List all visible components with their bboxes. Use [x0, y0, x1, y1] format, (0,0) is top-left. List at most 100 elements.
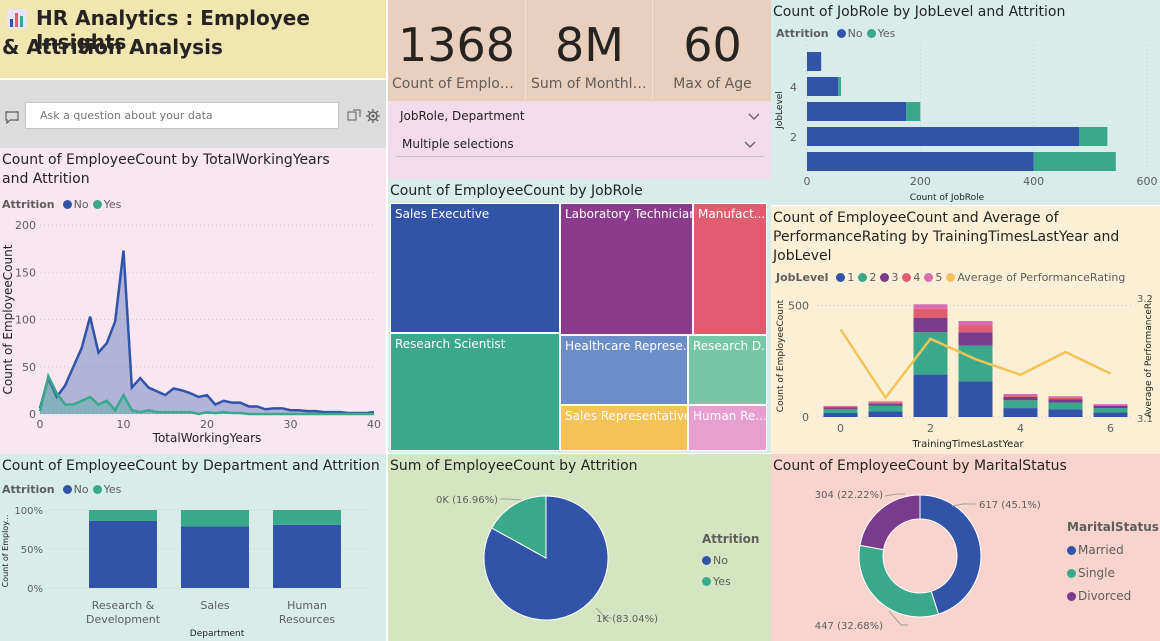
legend-label: Married [1078, 543, 1124, 557]
bar-level-5-no [807, 52, 822, 71]
bar-training-2-level-3 [913, 317, 948, 333]
legend-label: Yes [713, 575, 731, 588]
bar-training-4-level-4 [1003, 395, 1038, 397]
gear-icon[interactable] [366, 109, 380, 123]
x-tick-label: 30 [284, 418, 298, 431]
treemap-tile-laboratory-technician[interactable]: Laboratory Technician [560, 203, 693, 335]
bar-training-2-level-1 [913, 374, 948, 417]
marital-donut-panel: Count of EmployeeCount by MaritalStatus … [771, 454, 1160, 641]
share-icon[interactable] [347, 109, 361, 123]
bar-dept-0-yes [89, 510, 157, 521]
attrition-pie-chart: 1K (83.04%) 0K (16.96%) [436, 495, 658, 625]
bar-training-5-level-1 [1048, 409, 1083, 417]
bar-training-1-level-3 [868, 403, 903, 406]
bar-chart-icon [7, 9, 27, 29]
kpi-label: Max of Age [673, 76, 752, 92]
x-axis-label: Department [190, 629, 245, 639]
marital-donut-chart: 617 (45.1%) 447 (32.68%) 304 (22.22%) [815, 490, 1041, 632]
legend-item-single: Single [1067, 562, 1159, 585]
slicer-selected-value: Multiple selections [402, 137, 514, 151]
legend-swatch [1067, 592, 1076, 601]
x-axis-label: Count of JobRole [910, 193, 985, 203]
treemap-tile-human-resources[interactable]: Human Re... [688, 405, 767, 451]
qa-input[interactable] [25, 102, 339, 129]
legend-title: Attrition [702, 532, 760, 546]
legend-swatch [1067, 546, 1076, 555]
data-label: 447 (32.68%) [815, 621, 883, 632]
treemap-tile-manufacturing[interactable]: Manufact... [693, 203, 767, 335]
x-tick-label: 6 [1107, 422, 1114, 435]
treemap-panel: Count of EmployeeCount by JobRole Sales … [388, 179, 771, 453]
chevron-down-icon[interactable] [748, 113, 760, 121]
x-axis-label: TrainingTimesLastYear [911, 439, 1024, 450]
treemap-tile-research-scientist[interactable]: Research Scientist [390, 333, 560, 451]
treemap-tile-healthcare-representative[interactable]: Healthcare Represe... [560, 335, 688, 405]
bar-training-6-level-3 [1093, 405, 1128, 409]
kpi-monthly-income: 8M Sum of Monthly... [527, 0, 653, 100]
kpi-employee-count: 1368 Count of Employe... [388, 0, 526, 100]
y-tick-label: 150 [15, 266, 36, 279]
bar-training-1-level-5 [868, 401, 903, 403]
bar-level-3-yes [906, 102, 921, 121]
leader-line [884, 493, 905, 497]
legend-item-no: No [702, 550, 759, 571]
treemap-tile-sales-representative[interactable]: Sales Representative [560, 405, 688, 451]
bar-training-4-level-5 [1003, 394, 1038, 396]
joblevel-bar-chart: 0 200 400 600 Count of JobRole JobLevel 4 2 [775, 45, 1158, 203]
x-tick-label: 20 [200, 418, 214, 431]
joblevel-bar-panel: Count of JobRole by JobLevel and Attriti… [771, 0, 1160, 205]
legend-swatch [702, 556, 711, 565]
bar-level-2-yes [1079, 127, 1108, 146]
data-label: 0K (16.96%) [436, 495, 498, 506]
legend-label: Single [1078, 566, 1115, 580]
bar-training-4-level-1 [1003, 408, 1038, 417]
x-tick-label: Sales [200, 599, 230, 612]
y-tick-label: 0 [29, 408, 36, 421]
treemap-tile-research-director[interactable]: Research D... [688, 335, 767, 405]
legend-swatch [702, 577, 711, 586]
kpi-max-age: 60 Max of Age [654, 0, 771, 100]
bar-training-1-level-1 [868, 411, 903, 417]
legend-swatch [1067, 569, 1076, 578]
bar-dept-1-yes [181, 510, 249, 527]
area-no [40, 250, 374, 414]
department-bar-panel: Count of EmployeeCount by Department and… [0, 454, 386, 641]
x-axis-label: TotalWorkingYears [152, 431, 262, 445]
data-label: 1K (83.04%) [596, 614, 658, 625]
y-axis-label: Count of EmployeeCount [1, 244, 15, 394]
legend-item-divorced: Divorced [1067, 585, 1159, 608]
bar-dept-1-no [181, 526, 249, 588]
y-tick-label: 500 [788, 299, 809, 312]
bar-training-0-level-2 [823, 408, 858, 413]
y-tick-label: 50 [22, 361, 36, 374]
y-tick-label: 2 [790, 131, 797, 144]
y-tick-label: 100% [14, 506, 43, 517]
bar-training-0-level-3 [823, 407, 858, 409]
bar-training-3-level-1 [958, 381, 993, 417]
y-axis-label: Count of Employ... [1, 515, 10, 588]
bar-dept-0-no [89, 520, 157, 588]
chart-legend: Attrition No Yes [702, 529, 759, 592]
y-tick-label: 100 [15, 314, 36, 327]
chart-title: Count of EmployeeCount by JobRole [390, 183, 643, 199]
area-chart-panel: Count of EmployeeCount by TotalWorkingYe… [0, 148, 386, 454]
x-tick-label: Human Resources [279, 599, 335, 626]
bar-level-2-no [807, 127, 1079, 146]
bar-training-2-level-4 [913, 308, 948, 318]
x-tick-label: 40 [367, 418, 381, 431]
chat-icon [5, 111, 19, 124]
treemap-tile-sales-executive[interactable]: Sales Executive [390, 203, 560, 333]
bar-training-5-level-3 [1048, 399, 1083, 403]
y-tick-label: 0% [27, 584, 43, 595]
bar-level-4-no [807, 77, 839, 96]
slicer-dropdown[interactable]: Multiple selections [396, 131, 764, 157]
bar-dept-2-yes [273, 510, 341, 525]
y-tick-label: 4 [790, 81, 797, 94]
y2-axis-label: Average of PerformanceR... [1144, 295, 1154, 418]
data-label: 304 (22.22%) [815, 490, 883, 501]
training-combo-panel: Count of EmployeeCount and Average of Pe… [771, 206, 1160, 454]
bar-training-5-level-4 [1048, 397, 1083, 400]
y-tick-label: 0 [802, 411, 809, 424]
y-axis-label: Count of EmployeeCount [776, 299, 786, 412]
bar-dept-2-no [273, 524, 341, 588]
